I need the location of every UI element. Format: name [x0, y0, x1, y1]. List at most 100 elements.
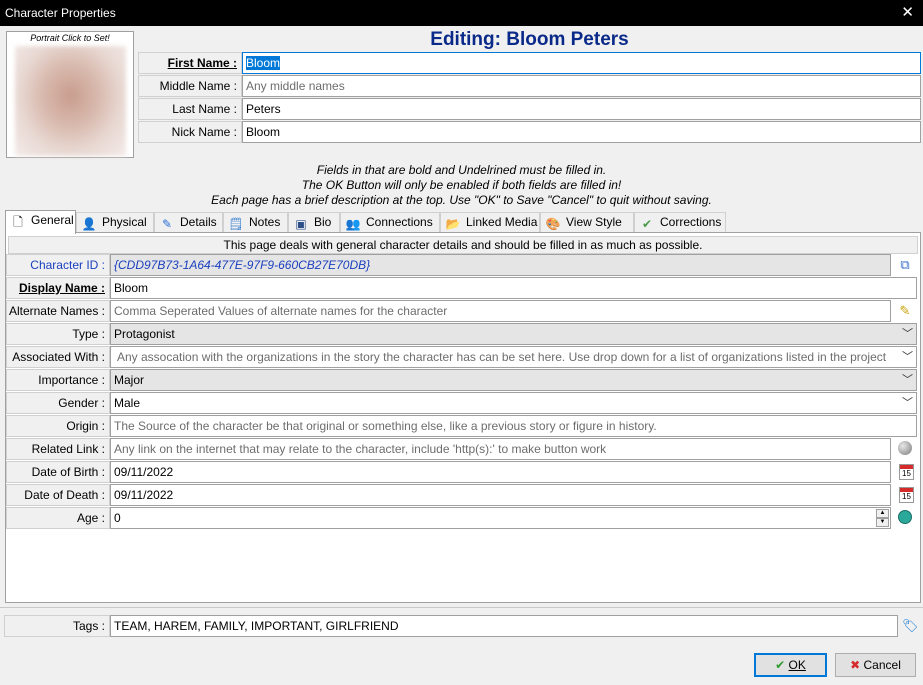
- connections-icon: 👥: [345, 217, 361, 231]
- middle-name-label: Middle Name :: [138, 75, 242, 97]
- date-of-death-label: Date of Death :: [6, 484, 110, 506]
- ok-button[interactable]: ✔ OK: [754, 653, 827, 677]
- info-text: Fields in that are bold and Undelrined m…: [0, 163, 923, 208]
- portrait-label: Portrait Click to Set!: [30, 33, 110, 43]
- portrait-image[interactable]: [15, 46, 126, 156]
- globe-icon[interactable]: [897, 441, 913, 457]
- tab-linked-media[interactable]: 📂 Linked Media: [440, 212, 540, 233]
- tab-label: Details: [180, 215, 217, 229]
- tab-label: Linked Media: [466, 215, 538, 229]
- related-link-field[interactable]: Any link on the internet that may relate…: [110, 438, 891, 460]
- title-bar: Character Properties ✕: [0, 0, 923, 26]
- spin-up-icon[interactable]: ▲: [876, 509, 889, 518]
- calendar-icon[interactable]: 15: [899, 487, 914, 503]
- edit-pencil-icon[interactable]: ✎: [897, 303, 913, 319]
- chevron-down-icon[interactable]: ﹀: [902, 370, 913, 390]
- folder-icon: 📂: [445, 217, 461, 231]
- spin-down-icon[interactable]: ▼: [876, 518, 889, 527]
- tab-label: Corrections: [660, 215, 722, 229]
- tag-icon[interactable]: 🏷: [902, 618, 919, 634]
- character-id-field: {CDD97B73-1A64-477E-97F9-660CB27E70DB}: [110, 254, 891, 276]
- bio-icon: ▣: [295, 217, 307, 231]
- chevron-down-icon[interactable]: ﹀: [902, 324, 913, 344]
- tab-connections[interactable]: 👥 Connections: [340, 212, 440, 233]
- checkmark-icon: ✔: [775, 658, 786, 672]
- page-description: This page deals with general character d…: [8, 236, 918, 254]
- tab-details[interactable]: ✎ Details: [154, 212, 223, 233]
- display-name-label: Display Name :: [6, 277, 110, 299]
- last-name-field[interactable]: Peters: [242, 98, 921, 120]
- tags-label: Tags :: [4, 615, 110, 637]
- tab-label: Bio: [314, 215, 332, 229]
- info-line-1: Fields in that are bold and Undelrined m…: [316, 163, 607, 177]
- date-of-birth-label: Date of Birth :: [6, 461, 110, 483]
- ok-label: OK: [788, 658, 806, 672]
- page-icon: 🗋: [13, 215, 23, 229]
- tab-corrections[interactable]: ✔ Corrections: [634, 212, 726, 233]
- gender-label: Gender :: [6, 392, 110, 414]
- character-properties-window: Character Properties ✕ Portrait Click to…: [0, 0, 923, 685]
- importance-value: Major: [114, 373, 145, 387]
- copy-icon[interactable]: ⧉: [897, 257, 913, 273]
- window-title: Character Properties: [5, 6, 116, 20]
- date-of-birth-field[interactable]: 09/11/2022: [110, 461, 891, 483]
- close-icon[interactable]: ✕: [901, 3, 914, 21]
- importance-select[interactable]: Major ﹀: [110, 369, 917, 391]
- tab-label: General: [31, 213, 74, 227]
- age-label: Age :: [6, 507, 110, 529]
- character-id-label: Character ID :: [6, 254, 110, 276]
- info-line-2: The OK Button will only be enabled if bo…: [301, 178, 622, 192]
- notes-icon: 🗒: [228, 217, 244, 231]
- last-name-label: Last Name :: [138, 98, 242, 120]
- gender-select[interactable]: Male ﹀: [110, 392, 917, 414]
- chevron-down-icon[interactable]: ﹀: [902, 393, 913, 413]
- display-name-field[interactable]: Bloom: [110, 277, 917, 299]
- type-value: Protagonist: [114, 327, 175, 341]
- date-of-death-field[interactable]: 09/11/2022: [110, 484, 891, 506]
- origin-label: Origin :: [6, 415, 110, 437]
- nick-name-label: Nick Name :: [138, 121, 242, 143]
- info-line-3: Each page has a brief description at the…: [211, 193, 712, 207]
- tab-bio[interactable]: ▣ Bio: [288, 212, 340, 233]
- related-link-label: Related Link :: [6, 438, 110, 460]
- tab-label: Physical: [102, 215, 147, 229]
- associated-with-select[interactable]: Any assocation with the organizations in…: [110, 346, 917, 368]
- associated-with-label: Associated With :: [6, 346, 110, 368]
- importance-label: Importance :: [6, 369, 110, 391]
- separator: [0, 607, 923, 608]
- cancel-x-icon: ✖: [850, 658, 861, 672]
- alternate-names-field[interactable]: Comma Seperated Values of alternate name…: [110, 300, 891, 322]
- tab-physical[interactable]: 👤 Physical: [76, 212, 154, 233]
- calculator-icon[interactable]: [897, 510, 913, 526]
- type-select[interactable]: Protagonist ﹀: [110, 323, 917, 345]
- first-name-field[interactable]: Bloom: [242, 52, 921, 74]
- tab-notes[interactable]: 🗒 Notes: [223, 212, 288, 233]
- editing-title: Editing: Bloom Peters: [430, 29, 629, 50]
- tab-label: Connections: [366, 215, 433, 229]
- cancel-label: Cancel: [863, 658, 901, 672]
- tab-general[interactable]: 🗋 General: [5, 210, 76, 234]
- first-name-label: First Name :: [138, 52, 242, 74]
- tab-label: View Style: [566, 215, 622, 229]
- type-label: Type :: [6, 323, 110, 345]
- nick-name-field[interactable]: Bloom: [242, 121, 921, 143]
- middle-name-field[interactable]: Any middle names: [242, 75, 921, 97]
- person-icon: 👤: [81, 217, 97, 231]
- age-value: 0: [114, 511, 121, 525]
- first-name-value: Bloom: [246, 56, 281, 70]
- associated-with-placeholder: Any assocation with the organizations in…: [117, 350, 887, 364]
- portrait-box[interactable]: Portrait Click to Set!: [6, 31, 134, 158]
- chevron-down-icon[interactable]: ﹀: [902, 347, 913, 367]
- tags-field[interactable]: TEAM, HAREM, FAMILY, IMPORTANT, GIRLFRIE…: [110, 615, 898, 637]
- calendar-icon[interactable]: 15: [899, 464, 914, 480]
- alternate-names-label: Alternate Names :: [6, 300, 110, 322]
- gender-value: Male: [114, 396, 141, 410]
- age-stepper[interactable]: 0 ▲ ▼: [110, 507, 891, 529]
- tab-view-style[interactable]: 🎨 View Style: [540, 212, 634, 233]
- origin-field[interactable]: The Source of the character be that orig…: [110, 415, 917, 437]
- corrections-icon: ✔: [641, 217, 653, 231]
- cancel-button[interactable]: ✖ Cancel: [835, 653, 916, 677]
- palette-icon: 🎨: [545, 217, 561, 231]
- tab-label: Notes: [249, 215, 281, 229]
- pencil-icon: ✎: [161, 217, 173, 231]
